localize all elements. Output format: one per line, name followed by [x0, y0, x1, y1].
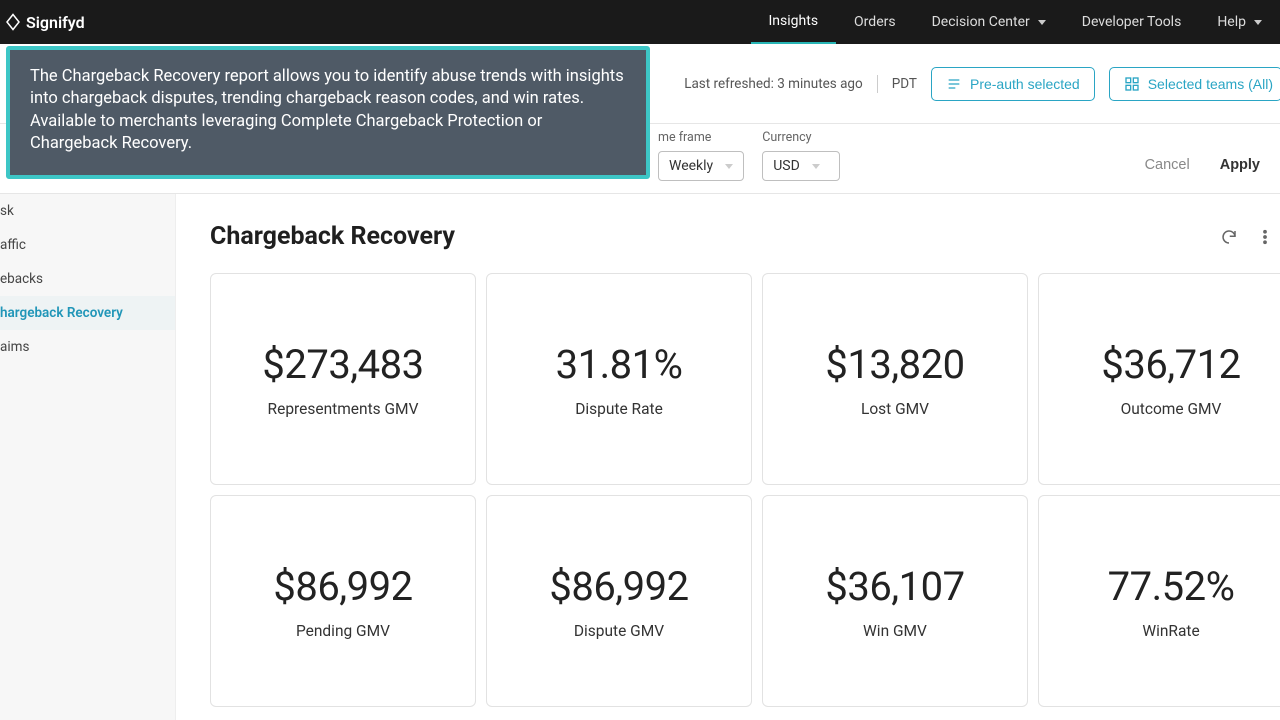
last-refreshed: Last refreshed: 3 minutes ago [684, 76, 863, 92]
timeframe-select[interactable]: Weekly [658, 151, 744, 181]
sidebar: sk affic ebacks hargeback Recovery aims [0, 194, 176, 720]
metric-label: Pending GMV [296, 622, 390, 640]
sidebar-item[interactable]: affic [0, 228, 175, 262]
more-icon[interactable] [1256, 228, 1274, 246]
brand-name: Signifyd [26, 13, 85, 32]
nav-decision-center[interactable]: Decision Center [914, 0, 1064, 44]
metric-label: Lost GMV [861, 400, 929, 418]
metric-card: $273,483 Representments GMV [210, 273, 476, 485]
preauth-button[interactable]: Pre-auth selected [931, 67, 1095, 101]
brand-logo: Signifyd [4, 13, 85, 32]
metric-card: $86,992 Pending GMV [210, 495, 476, 707]
nav-orders[interactable]: Orders [836, 0, 914, 44]
sidebar-item[interactable]: ebacks [0, 262, 175, 296]
metric-card: $13,820 Lost GMV [762, 273, 1028, 485]
refresh-icon[interactable] [1220, 228, 1238, 246]
page-content: Chargeback Recovery $273,483 Representme… [176, 194, 1280, 720]
page-title: Chargeback Recovery [210, 222, 455, 251]
metric-card: 31.81% Dispute Rate [486, 273, 752, 485]
nav-developer-tools[interactable]: Developer Tools [1064, 0, 1200, 44]
metric-value: $86,992 [273, 563, 412, 610]
divider [877, 75, 878, 93]
teams-button[interactable]: Selected teams (All) [1109, 67, 1280, 101]
cancel-button[interactable]: Cancel [1139, 149, 1196, 181]
timeframe-label: me frame [658, 130, 744, 145]
timeframe-field: me frame Weekly [658, 130, 744, 181]
timezone: PDT [892, 76, 917, 92]
metric-label: Dispute Rate [575, 400, 663, 418]
metric-card: $36,712 Outcome GMV [1038, 273, 1280, 485]
currency-field: Currency USD [762, 130, 840, 181]
sidebar-item-chargeback-recovery[interactable]: hargeback Recovery [0, 296, 175, 330]
metric-label: WinRate [1142, 622, 1199, 640]
metric-label: Representments GMV [268, 400, 419, 418]
sidebar-item[interactable]: aims [0, 330, 175, 364]
metric-card: 77.52% WinRate [1038, 495, 1280, 707]
list-icon [946, 76, 962, 92]
metric-value: $36,107 [825, 563, 964, 610]
chevron-down-icon [1038, 20, 1046, 25]
metric-card: $86,992 Dispute GMV [486, 495, 752, 707]
grid-icon [1124, 76, 1140, 92]
metric-value: 77.52% [1108, 563, 1235, 610]
metric-card: $36,107 Win GMV [762, 495, 1028, 707]
top-nav: Signifyd Insights Orders Decision Center… [0, 0, 1280, 44]
nav-insights[interactable]: Insights [751, 0, 837, 44]
currency-label: Currency [762, 130, 840, 145]
metric-value: 31.81% [556, 341, 683, 388]
metric-label: Dispute GMV [574, 622, 664, 640]
chevron-down-icon [812, 164, 820, 169]
metric-label: Outcome GMV [1121, 400, 1222, 418]
metric-label: Win GMV [863, 622, 927, 640]
brand-icon [4, 13, 22, 31]
info-tooltip: The Chargeback Recovery report allows yo… [6, 46, 650, 179]
chevron-down-icon [725, 164, 733, 169]
metric-value: $86,992 [549, 563, 688, 610]
nav-help[interactable]: Help [1199, 0, 1280, 44]
metric-grid: $273,483 Representments GMV 31.81% Dispu… [210, 273, 1280, 707]
sidebar-item[interactable]: sk [0, 194, 175, 228]
metric-value: $36,712 [1101, 341, 1240, 388]
apply-button[interactable]: Apply [1214, 149, 1266, 181]
metric-value: $273,483 [262, 341, 423, 388]
chevron-down-icon [1254, 20, 1262, 25]
metric-value: $13,820 [825, 341, 964, 388]
currency-select[interactable]: USD [762, 151, 840, 181]
page-header: Chargeback Recovery [210, 222, 1280, 251]
